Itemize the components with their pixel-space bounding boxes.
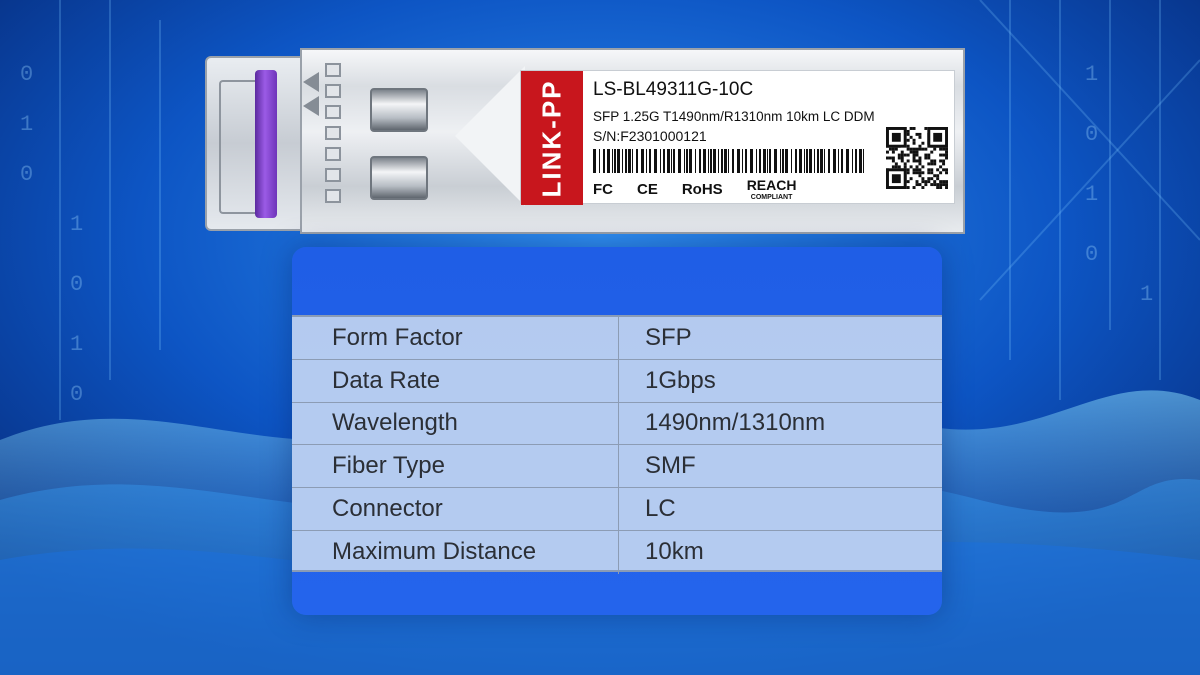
svg-text:1: 1: [1085, 62, 1098, 87]
model-number: LS-BL49311G-10C: [593, 79, 754, 100]
spec-label: Connector: [292, 488, 619, 530]
spec-value: SFP: [645, 323, 692, 351]
reach-mark-title: REACH: [746, 177, 797, 193]
rohs-mark: RoHS: [681, 181, 723, 198]
svg-text:0: 0: [70, 272, 83, 297]
spec-value: SMF: [645, 452, 696, 480]
spec-row: Maximum Distance 10km: [292, 530, 942, 574]
reach-mark-subtitle: COMPLIANT: [750, 194, 793, 201]
spec-row: Form Factor SFP: [292, 317, 942, 360]
spec-row: Wavelength 1490nm/1310nm: [292, 402, 942, 446]
vent-notch: [325, 126, 341, 140]
svg-text:0: 0: [20, 162, 33, 187]
svg-text:0: 0: [1085, 122, 1098, 147]
svg-text:0: 0: [70, 382, 83, 407]
spec-label: Form Factor: [292, 317, 619, 359]
vent-notch: [325, 147, 341, 161]
spec-value: LC: [645, 495, 676, 523]
spec-value: 10km: [645, 538, 704, 566]
bail-latch-handle: [255, 70, 277, 218]
svg-text:1: 1: [1085, 182, 1098, 207]
spec-panel: Form Factor SFP Data Rate 1Gbps Wavelength 14…: [292, 247, 942, 615]
metal-chevron: [455, 66, 525, 206]
svg-text:1: 1: [20, 112, 33, 137]
vent-notch: [325, 189, 341, 203]
spec-label: Fiber Type: [292, 445, 619, 488]
sfp-module: LINK-PP LS-BL49311G-10C SFP 1.25G T1490n…: [205, 48, 965, 238]
spec-row: Fiber Type SMF: [292, 445, 942, 489]
spec-table: Form Factor SFP Data Rate 1Gbps Wavelength 14…: [292, 315, 942, 574]
vent-notch: [325, 105, 341, 119]
port-window-tx: [370, 88, 428, 132]
spec-line: SFP 1.25G T1490nm/R1310nm 10km LC DDM: [593, 109, 875, 124]
vent-notches: [325, 63, 347, 223]
vent-notch: [325, 84, 341, 98]
product-label: LINK-PP LS-BL49311G-10C SFP 1.25G T1490n…: [520, 70, 955, 205]
svg-text:1: 1: [70, 212, 83, 237]
serial-number: S/N:F2301000121: [593, 128, 707, 144]
brand-logo: LINK-PP: [521, 71, 583, 205]
vent-notch: [325, 168, 341, 182]
ce-mark: CE: [637, 181, 658, 198]
spec-value: 1490nm/1310nm: [645, 409, 826, 437]
svg-text:0: 0: [1085, 242, 1098, 267]
reach-mark: REACH COMPLIANT: [747, 178, 797, 201]
spec-label: Maximum Distance: [292, 530, 619, 574]
svg-text:1: 1: [1140, 282, 1153, 307]
qr-code-icon: [886, 127, 948, 189]
triangle-mark: [303, 72, 319, 92]
certification-marks: FC CE RoHS REACH COMPLIANT: [593, 178, 796, 201]
port-window-rx: [370, 156, 428, 200]
fcc-mark: FC: [593, 181, 613, 198]
svg-text:1: 1: [70, 332, 83, 357]
vent-notch: [325, 63, 341, 77]
brand-logo-text: LINK-PP: [536, 79, 567, 197]
barcode-icon: [593, 149, 864, 173]
spec-label: Wavelength: [292, 402, 619, 445]
spec-row: Connector LC: [292, 488, 942, 531]
spec-label: Data Rate: [292, 359, 619, 402]
spec-row: Data Rate 1Gbps: [292, 359, 942, 403]
triangle-mark: [303, 96, 319, 116]
svg-text:0: 0: [20, 62, 33, 87]
spec-value: 1Gbps: [645, 366, 716, 394]
